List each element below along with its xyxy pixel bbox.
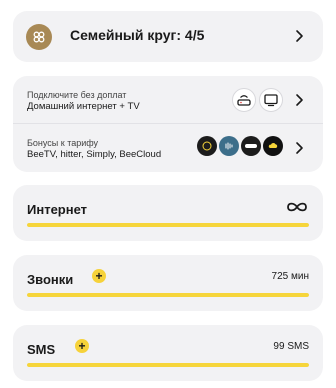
infinity-icon — [285, 200, 309, 219]
offer-icons — [232, 88, 283, 112]
family-circle-card[interactable]: Семейный круг: 4/5 — [13, 11, 323, 62]
tv-icon — [259, 88, 283, 112]
beecloud-logo-icon — [263, 136, 283, 156]
chevron-right-icon — [291, 92, 307, 108]
family-avatar-icon — [26, 24, 52, 50]
offer-subtitle: Подключите без доплат — [27, 90, 127, 100]
usage-bar-fill — [27, 363, 309, 367]
calls-value: 725 мин — [271, 271, 309, 282]
calls-usage-card[interactable]: Звонки + 725 мин — [13, 255, 323, 311]
internet-label: Интернет — [27, 202, 88, 217]
calls-usage-bar — [27, 293, 309, 297]
internet-usage-card[interactable]: Интернет — [13, 185, 323, 241]
usage-bar-fill — [27, 223, 309, 227]
offer-title: BeeTV, hitter, Simply, BeeCloud — [27, 149, 162, 160]
chevron-right-icon — [291, 140, 307, 156]
usage-bar-fill — [27, 293, 309, 297]
simply-logo-icon — [241, 136, 261, 156]
add-sms-plus-icon[interactable]: + — [75, 339, 89, 353]
router-icon — [232, 88, 256, 112]
hitter-logo-icon — [219, 136, 239, 156]
chevron-right-icon — [291, 28, 307, 44]
sms-usage-bar — [27, 363, 309, 367]
add-calls-plus-icon[interactable]: + — [92, 269, 106, 283]
family-circle-title: Семейный круг: 4/5 — [70, 27, 205, 43]
offers-card: Подключите без доплат Домашний интернет … — [13, 76, 323, 172]
internet-usage-bar — [27, 223, 309, 227]
sms-usage-card[interactable]: SMS + 99 SMS — [13, 325, 323, 381]
offer-title: Домашний интернет + TV — [27, 101, 140, 112]
sms-value: 99 SMS — [273, 341, 309, 352]
tariff-bonuses-offer[interactable]: Бонусы к тарифу BeeTV, hitter, Simply, B… — [13, 124, 323, 172]
offer-subtitle: Бонусы к тарифу — [27, 138, 99, 148]
beetv-logo-icon — [197, 136, 217, 156]
home-internet-offer[interactable]: Подключите без доплат Домашний интернет … — [13, 76, 323, 124]
bonus-service-icons — [197, 136, 283, 156]
calls-label: Звонки — [27, 272, 74, 287]
sms-label: SMS — [27, 342, 56, 357]
